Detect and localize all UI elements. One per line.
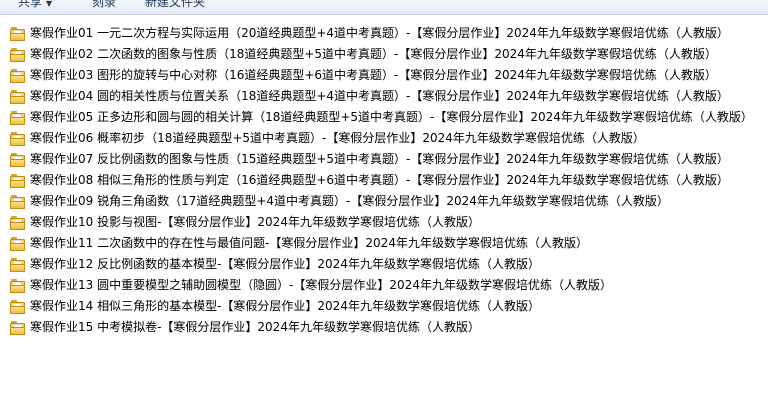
list-item[interactable]: 寒假作业06 概率初步（18道经典题型+5道中考真题）-【寒假分层作业】2024… [0,128,768,149]
folder-icon [10,173,26,188]
list-item[interactable]: 寒假作业14 相似三角形的基本模型-【寒假分层作业】2024年九年级数学寒假培优… [0,296,768,317]
folder-icon [10,68,26,83]
file-name: 寒假作业02 二次函数的图象与性质（18道经典题型+5道中考真题）-【寒假分层作… [30,47,717,61]
share-label: 共享 [18,0,43,9]
file-name: 寒假作业08 相似三角形的性质与判定（16道经典题型+6道中考真题）-【寒假分层… [30,173,729,187]
folder-icon [10,320,26,335]
command-bar: 共享 ▼ 刻录 新建文件夹 [0,0,768,15]
list-item[interactable]: 寒假作业15 中考模拟卷-【寒假分层作业】2024年九年级数学寒假培优练（人教版… [0,317,768,338]
file-name: 寒假作业14 相似三角形的基本模型-【寒假分层作业】2024年九年级数学寒假培优… [30,299,540,313]
chevron-down-icon: ▼ [46,0,53,8]
list-item[interactable]: 寒假作业07 反比例函数的图象与性质（15道经典题型+5道中考真题）-【寒假分层… [0,149,768,170]
list-item[interactable]: 寒假作业03 图形的旋转与中心对称（16道经典题型+6道中考真题）-【寒假分层作… [0,65,768,86]
list-item[interactable]: 寒假作业10 投影与视图-【寒假分层作业】2024年九年级数学寒假培优练（人教版… [0,212,768,233]
file-list: 寒假作业01 一元二次方程与实际运用（20道经典题型+4道中考真题）-【寒假分层… [0,23,768,338]
list-item[interactable]: 寒假作业13 圆中重要模型之辅助圆模型（隐圆）-【寒假分层作业】2024年九年级… [0,275,768,296]
file-name: 寒假作业07 反比例函数的图象与性质（15道经典题型+5道中考真题）-【寒假分层… [30,152,729,166]
file-name: 寒假作业03 图形的旋转与中心对称（16道经典题型+6道中考真题）-【寒假分层作… [30,68,717,82]
share-button[interactable]: 共享 ▼ [18,0,52,12]
list-item[interactable]: 寒假作业12 反比例函数的基本模型-【寒假分层作业】2024年九年级数学寒假培优… [0,254,768,275]
file-name: 寒假作业13 圆中重要模型之辅助圆模型（隐圆）-【寒假分层作业】2024年九年级… [30,278,612,292]
file-name: 寒假作业01 一元二次方程与实际运用（20道经典题型+4道中考真题）-【寒假分层… [30,26,729,40]
list-item[interactable]: 寒假作业04 圆的相关性质与位置关系（18道经典题型+4道中考真题）-【寒假分层… [0,86,768,107]
file-name: 寒假作业04 圆的相关性质与位置关系（18道经典题型+4道中考真题）-【寒假分层… [30,89,729,103]
list-item[interactable]: 寒假作业02 二次函数的图象与性质（18道经典题型+5道中考真题）-【寒假分层作… [0,44,768,65]
folder-icon [10,236,26,251]
folder-icon [10,278,26,293]
file-name: 寒假作业09 锐角三角函数（17道经典题型+4道中考真题）-【寒假分层作业】20… [30,194,669,208]
list-item[interactable]: 寒假作业05 正多边形和圆与圆的相关计算（18道经典题型+5道中考真题）-【寒假… [0,107,768,128]
list-item[interactable]: 寒假作业01 一元二次方程与实际运用（20道经典题型+4道中考真题）-【寒假分层… [0,23,768,44]
file-name: 寒假作业05 正多边形和圆与圆的相关计算（18道经典题型+5道中考真题）-【寒假… [30,110,753,124]
burn-button[interactable]: 刻录 [92,0,116,10]
list-item[interactable]: 寒假作业11 二次函数中的存在性与最值问题-【寒假分层作业】2024年九年级数学… [0,233,768,254]
folder-icon [10,26,26,41]
file-name: 寒假作业15 中考模拟卷-【寒假分层作业】2024年九年级数学寒假培优练（人教版… [30,320,480,334]
file-name: 寒假作业06 概率初步（18道经典题型+5道中考真题）-【寒假分层作业】2024… [30,131,645,145]
folder-icon [10,257,26,272]
folder-icon [10,89,26,104]
folder-icon [10,215,26,230]
list-item[interactable]: 寒假作业08 相似三角形的性质与判定（16道经典题型+6道中考真题）-【寒假分层… [0,170,768,191]
file-name: 寒假作业11 二次函数中的存在性与最值问题-【寒假分层作业】2024年九年级数学… [30,236,588,250]
folder-icon [10,110,26,125]
folder-icon [10,47,26,62]
list-item[interactable]: 寒假作业09 锐角三角函数（17道经典题型+4道中考真题）-【寒假分层作业】20… [0,191,768,212]
file-name: 寒假作业12 反比例函数的基本模型-【寒假分层作业】2024年九年级数学寒假培优… [30,257,540,271]
folder-icon [10,299,26,314]
file-name: 寒假作业10 投影与视图-【寒假分层作业】2024年九年级数学寒假培优练（人教版… [30,215,480,229]
folder-icon [10,152,26,167]
folder-icon [10,194,26,209]
folder-icon [10,131,26,146]
new-folder-button[interactable]: 新建文件夹 [145,0,205,10]
